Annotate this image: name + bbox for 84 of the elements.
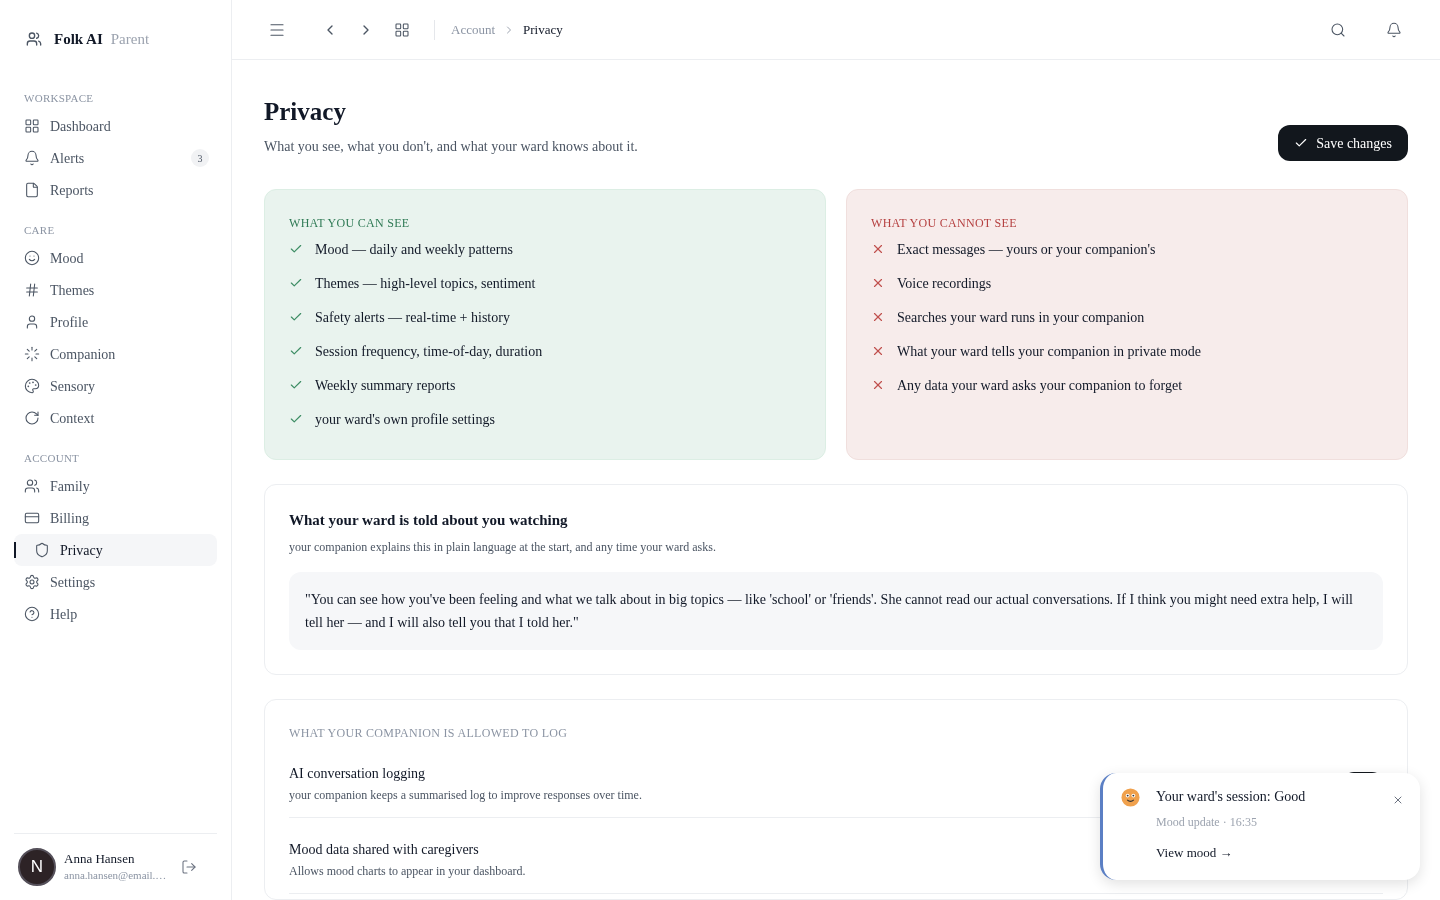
avatar: N — [18, 848, 56, 886]
list-item: Searches your ward runs in your companion — [897, 308, 1145, 327]
smiley-icon — [24, 250, 40, 266]
check-icon — [1294, 136, 1309, 150]
count-badge: 3 — [191, 149, 209, 167]
check-icon — [289, 276, 303, 290]
card-heading: WHAT YOU CANNOT SEE — [871, 215, 1018, 232]
card-icon — [24, 510, 40, 526]
cross-icon — [871, 310, 885, 324]
check-icon — [289, 344, 303, 358]
list-item: Safety alerts — real-time + history — [315, 308, 510, 327]
palette-icon — [24, 378, 40, 394]
circle-arrow-icon — [24, 410, 40, 426]
list-item: Any data your ward asks your companion to forget — [897, 376, 1183, 395]
list-item: Mood — daily and weekly patterns — [315, 240, 513, 259]
sidebar-item[interactable]: Settings — [14, 566, 217, 598]
setting-description: your companion keeps a summarised log to improve responses over time. — [289, 786, 642, 804]
smiley-icon — [1121, 787, 1140, 807]
toast-title: Your ward's session: Good — [1156, 787, 1307, 806]
cross-icon — [871, 344, 885, 358]
active-indicator — [14, 542, 16, 558]
list-item: Session frequency, time-of-day, duration — [315, 342, 543, 361]
cross-icon — [871, 276, 885, 290]
list-item: Exact messages — yours or your companion's — [897, 240, 1156, 259]
toast-meta: Mood update · 16:35 — [1156, 813, 1258, 831]
check-icon — [289, 310, 303, 324]
card-heading: WHAT YOUR COMPANION IS ALLOWED TO LOG — [289, 724, 569, 742]
list-item: your ward's own profile settings — [315, 410, 495, 429]
shield-icon — [34, 542, 50, 558]
document-icon — [24, 182, 40, 198]
bell-icon[interactable] — [1386, 21, 1402, 38]
list-item: What your ward tells your companion in private mode — [897, 342, 1202, 361]
cross-icon — [871, 242, 885, 256]
logout-icon[interactable] — [181, 859, 197, 875]
hash-icon — [24, 282, 40, 298]
person-icon — [24, 314, 40, 330]
check-icon — [289, 242, 303, 256]
breadcrumb-item: Privacy — [523, 20, 563, 39]
card-subtitle: your companion explains this in plain language at the start, and any time your ward asks. — [289, 538, 717, 556]
brand-name: Folk AI — [54, 29, 103, 49]
card-title: What your ward is told about you watching — [289, 511, 569, 530]
search-icon[interactable] — [1330, 21, 1346, 38]
user-email: anna.hansen@email.… — [64, 867, 168, 883]
setting-label: Mood data shared with caregivers — [289, 840, 479, 859]
sidebar-item[interactable]: Sensory — [14, 370, 217, 402]
save-button[interactable]: Save changes — [1278, 125, 1408, 161]
sidebar-item[interactable]: Family — [14, 470, 217, 502]
grid-icon — [24, 118, 40, 134]
section-heading: ACCOUNT — [23, 450, 81, 466]
cross-icon — [871, 378, 885, 392]
bell-icon — [24, 150, 40, 166]
sidebar-item[interactable]: Reports — [14, 174, 217, 206]
sidebar-item[interactable]: Alerts 3 — [14, 142, 217, 174]
page-title: Privacy — [264, 97, 347, 127]
sidebar-item[interactable]: Themes — [14, 274, 217, 306]
check-icon — [289, 412, 303, 426]
sidebar-item[interactable]: Dashboard — [14, 110, 217, 142]
page-subtitle: What you see, what you don't, and what your ward knows about it. — [264, 138, 638, 156]
view-mood-link[interactable]: View mood → — [1156, 842, 1376, 862]
sidebar-item[interactable]: Profile — [14, 306, 217, 338]
help-icon — [24, 606, 40, 622]
list-item: Voice recordings — [897, 274, 992, 293]
section-heading: CARE — [23, 222, 56, 238]
user-name: Anna Hansen — [64, 850, 136, 867]
grid-icon[interactable] — [394, 21, 410, 38]
people-icon — [24, 478, 40, 494]
sidebar-item[interactable]: Context — [14, 402, 217, 434]
check-icon — [289, 378, 303, 392]
card-heading: WHAT YOU CAN SEE — [289, 215, 411, 232]
setting-description: Allows mood charts to appear in your dashboard. — [289, 862, 526, 880]
sidebar-item[interactable]: Billing — [14, 502, 217, 534]
settings-icon — [24, 574, 40, 590]
setting-label: AI conversation logging — [289, 764, 426, 783]
list-item: Weekly summary reports — [315, 376, 456, 395]
quote: "You can see how you've been feeling and what we talk about in big topics — like 'school' or 'friends'. She cannot read our actual conversations. If I think you might need extra help, I will tell her — and I will also tell you that I told her." — [289, 571, 1383, 650]
list-item: Themes — high-level topics, sentiment — [315, 274, 536, 293]
sidebar-item[interactable]: Privacy — [14, 534, 217, 566]
sidebar-item[interactable]: Companion — [14, 338, 217, 370]
sidebar-item[interactable]: Mood — [14, 242, 217, 274]
people-icon — [26, 31, 42, 47]
sparkle-icon — [24, 346, 40, 362]
sidebar-item[interactable]: Help — [14, 598, 217, 630]
brand-role: Parent — [110, 29, 150, 49]
section-heading: WORKSPACE — [23, 90, 95, 106]
